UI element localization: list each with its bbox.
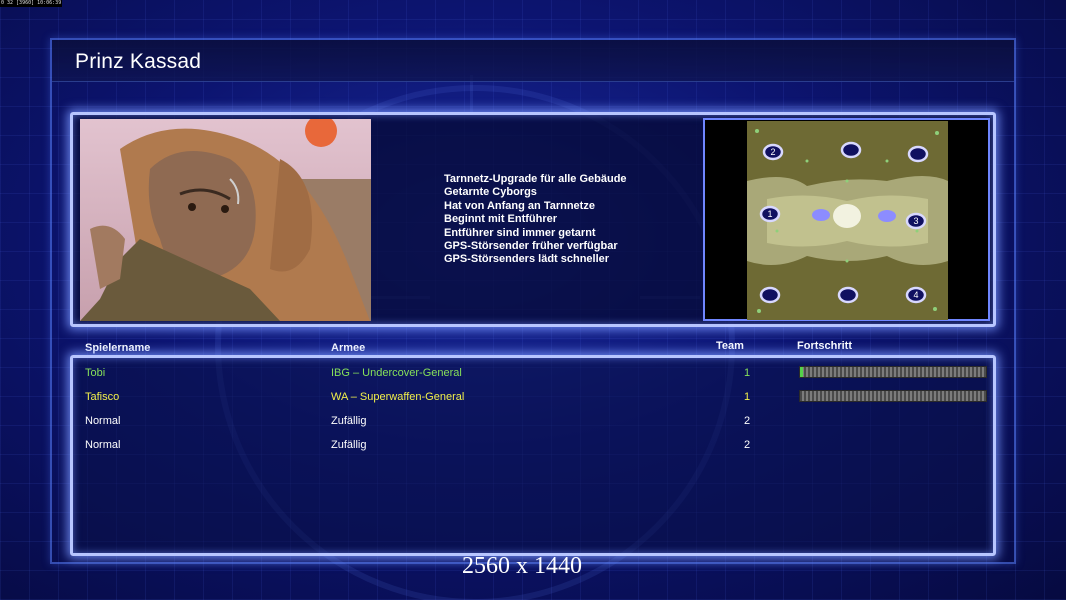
trait-text: GPS-Störsender früher verfügbar: [444, 240, 618, 253]
loading-progress-bar: [799, 390, 987, 402]
player-team: 2: [744, 439, 751, 451]
start-position-marker: [759, 286, 781, 304]
start-position-marker: [837, 286, 859, 304]
general-traits-list: Tarnnetz-Upgrade für alle Gebäude Getarn…: [444, 173, 627, 267]
player-army: IBG – Undercover-General: [331, 367, 462, 379]
start-label: 3: [913, 216, 918, 226]
player-name: Normal: [85, 439, 121, 451]
trait-text: Beginnt mit Entführer: [444, 213, 558, 226]
start-position-marker: [840, 141, 862, 159]
trait-text: Entführer sind immer getarnt: [444, 226, 596, 239]
player-team: 1: [744, 391, 751, 403]
player-list-panel: [70, 355, 996, 556]
map-image: 1 2 3 4: [747, 121, 948, 320]
column-header-army: Armee: [331, 342, 366, 354]
player-name: Tobi: [85, 367, 106, 379]
player-team: 2: [744, 415, 751, 427]
debug-overlay: 0 32 [3960] 10:06:39: [0, 0, 62, 7]
start-position-marker: [907, 145, 929, 163]
player-army: Zufällig: [331, 439, 367, 451]
page-title: Prinz Kassad: [75, 50, 202, 73]
start-label: 2: [770, 147, 775, 157]
portrait-illustration: [80, 119, 371, 321]
player-name: Normal: [85, 415, 121, 427]
trait-text: Hat von Anfang an Tarnnetze: [444, 199, 595, 212]
column-header-player: Spielername: [85, 342, 151, 354]
start-label: 1: [767, 209, 772, 219]
trait-text: GPS-Störsenders lädt schneller: [444, 253, 610, 266]
resolution-label: 2560 x 1440: [462, 553, 582, 579]
loading-progress-bar: [799, 366, 987, 378]
column-header-team: Team: [716, 340, 744, 352]
general-portrait-image: [80, 119, 371, 321]
start-label: 4: [913, 290, 918, 300]
player-team: 1: [744, 367, 751, 379]
player-army: Zufällig: [331, 415, 367, 427]
trait-text: Tarnnetz-Upgrade für alle Gebäude: [444, 173, 627, 185]
player-army: WA – Superwaffen-General: [331, 391, 465, 403]
player-name: Tafisco: [85, 391, 120, 403]
progress-fill: [800, 367, 803, 377]
map-preview: 1 2 3 4: [703, 118, 990, 321]
column-header-progress: Fortschritt: [797, 340, 852, 352]
trait-text: Getarnte Cyborgs: [444, 186, 537, 199]
